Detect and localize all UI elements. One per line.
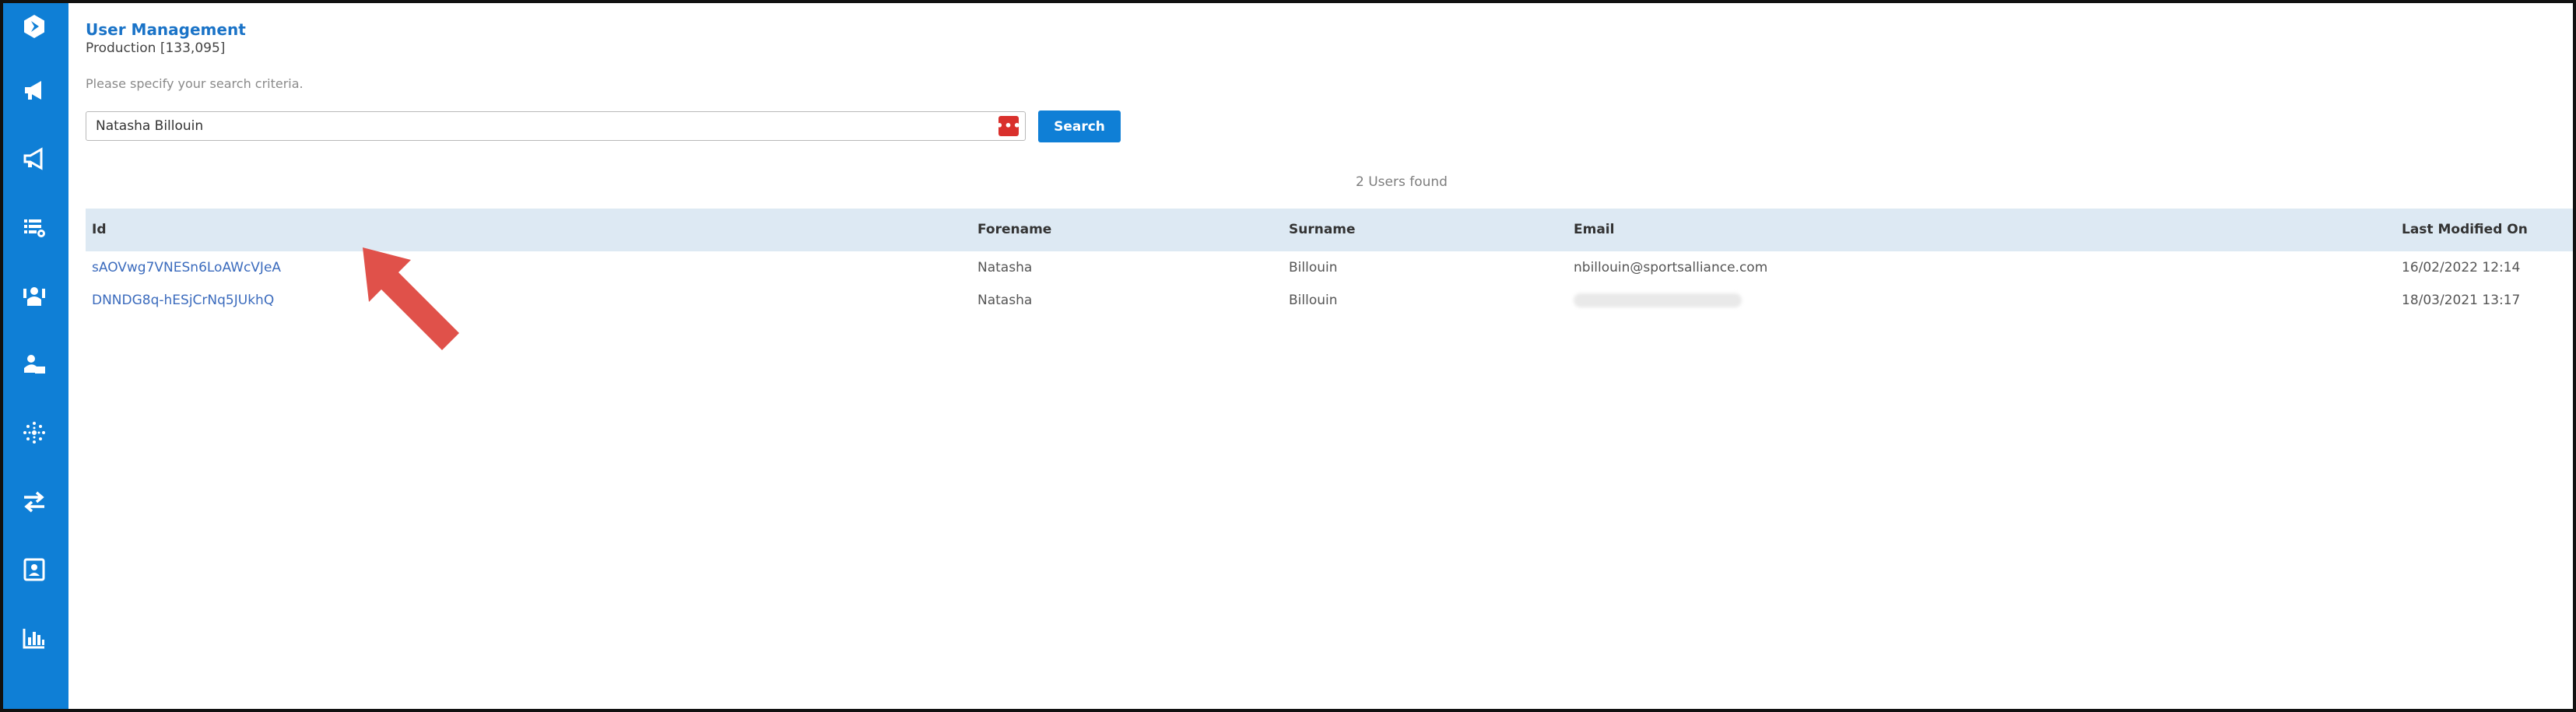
surname-cell: Billouin [1289, 293, 1338, 308]
column-header-last-modified[interactable]: Last Modified On [2402, 209, 2528, 251]
transfer-arrows-icon[interactable] [14, 481, 54, 521]
megaphone-outline-icon[interactable] [14, 139, 54, 179]
column-header-id[interactable]: Id [92, 209, 107, 251]
sparkle-icon[interactable] [14, 412, 54, 453]
bar-chart-icon[interactable] [14, 618, 54, 658]
surname-cell: Billouin [1289, 260, 1338, 275]
search-instructions: Please specify your search criteria. [86, 76, 304, 91]
email-cell-redacted [1574, 284, 1742, 317]
user-id-link[interactable]: DNNDG8q-hESjCrNq5JUkhQ [92, 284, 274, 317]
search-input[interactable] [86, 112, 998, 140]
sidebar [0, 0, 68, 712]
column-header-forename[interactable]: Forename [977, 209, 1051, 251]
user-gesture-icon[interactable] [14, 275, 54, 316]
search-field[interactable]: ••• [86, 111, 1026, 141]
list-settings-icon[interactable] [14, 207, 54, 247]
last-modified-cell: 18/03/2021 13:17 [2402, 293, 2521, 308]
contact-card-icon[interactable] [14, 549, 54, 590]
logo-icon[interactable] [14, 6, 54, 47]
forename-cell: Natasha [977, 293, 1033, 308]
main-content: User Management Production [133,095] Ple… [68, 0, 2576, 712]
forename-cell: Natasha [977, 260, 1033, 275]
user-id-link[interactable]: sAOVwg7VNESn6LoAWcVJeA [92, 251, 281, 284]
column-header-email[interactable]: Email [1574, 209, 1614, 251]
last-modified-cell: 16/02/2022 12:14 [2402, 260, 2521, 275]
page-title: User Management [86, 20, 246, 39]
user-upload-icon[interactable] [14, 344, 54, 384]
ellipsis-key-icon[interactable]: ••• [995, 116, 1021, 136]
annotation-arrow [363, 247, 459, 350]
column-header-surname[interactable]: Surname [1289, 209, 1356, 251]
email-cell: nbillouin@sportsalliance.com [1574, 260, 1768, 275]
environment-subtitle: Production [133,095] [86, 40, 226, 56]
search-button[interactable]: Search [1038, 110, 1121, 142]
results-count: 2 Users found [1356, 174, 1448, 190]
redacted-email-blur [1574, 293, 1742, 307]
megaphone-icon[interactable] [14, 70, 54, 110]
